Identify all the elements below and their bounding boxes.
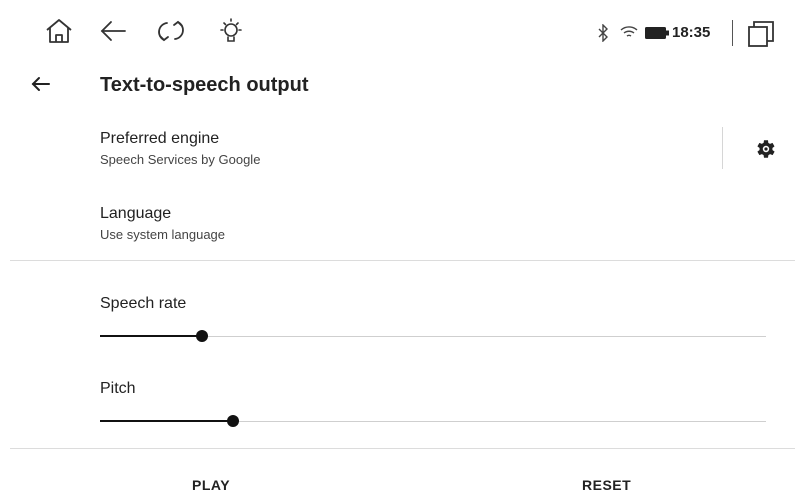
section-divider [10,260,795,261]
clock: 18:35 [672,24,711,41]
status-divider [732,20,733,46]
back-icon [31,77,50,91]
language-subtitle: Use system language [100,227,226,242]
refresh-icon[interactable] [156,16,186,46]
back-button[interactable] [27,70,55,103]
status-bar: 18:35 [0,0,795,64]
preferred-engine-row[interactable]: Preferred engine Speech Services by Goog… [100,130,700,167]
row-divider [722,127,723,169]
pitch-slider[interactable] [100,411,766,431]
preferred-engine-title: Preferred engine [100,130,220,147]
slider-thumb[interactable] [196,330,208,342]
language-title: Language [100,205,172,222]
language-row[interactable]: Language Use system language [100,205,700,242]
back-arrow-icon[interactable] [98,16,128,46]
recent-apps-icon[interactable] [746,20,776,53]
pitch-label: Pitch [100,380,136,397]
bluetooth-icon [596,23,610,47]
preferred-engine-subtitle: Speech Services by Google [100,152,261,167]
wifi-icon [620,25,638,44]
engine-settings-button[interactable] [753,137,777,166]
battery-icon [645,26,669,44]
reset-button[interactable]: RESET [570,471,643,499]
slider-active-track [100,420,233,422]
slider-active-track [100,335,202,337]
brightness-icon[interactable] [216,16,246,46]
speech-rate-slider[interactable] [100,326,766,346]
home-icon[interactable] [44,16,74,46]
gear-icon [757,140,775,158]
actions-divider [10,448,795,449]
play-button[interactable]: PLAY [180,471,242,499]
page-title: Text-to-speech output [100,74,309,96]
speech-rate-label: Speech rate [100,295,187,312]
slider-thumb[interactable] [227,415,239,427]
